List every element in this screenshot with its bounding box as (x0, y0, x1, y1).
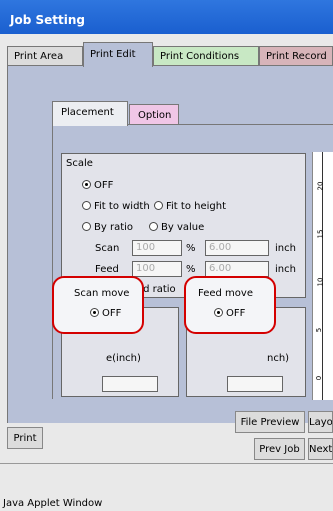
tab-print-edit-label: Print Edit (90, 49, 136, 60)
feed-ratio-field[interactable]: 100 (132, 261, 182, 277)
scale-off-option[interactable]: OFF (82, 180, 113, 191)
radio-off-icon (82, 222, 91, 231)
ruler-tick-label: 20 (316, 181, 325, 191)
radio-on-icon (90, 308, 99, 317)
tab-option[interactable]: Option (129, 104, 179, 126)
scan-ratio-field[interactable]: 100 (132, 240, 182, 256)
prev-job-button[interactable]: Prev Job (254, 438, 305, 460)
fit-to-height-option[interactable]: Fit to height (154, 201, 226, 212)
tab-print-area[interactable]: Print Area (7, 46, 83, 66)
window-title-bar: Job Setting (0, 0, 333, 34)
ruler-tick-label: 0 (315, 375, 324, 381)
next-button[interactable]: Next (308, 438, 333, 460)
scale-title: Scale (66, 158, 93, 169)
feed-percent-label: % (186, 264, 196, 275)
tab-print-record-label: Print Record (266, 51, 327, 62)
scan-percent-label: % (186, 243, 196, 254)
radio-off-icon (82, 201, 91, 210)
tab-option-label: Option (138, 110, 172, 121)
tab-print-record[interactable]: Print Record (259, 46, 333, 66)
ruler-tick-label: 5 (315, 327, 324, 333)
tab-print-edit[interactable]: Print Edit (83, 42, 153, 67)
print-button[interactable]: Print (7, 427, 43, 449)
tab-placement[interactable]: Placement (52, 101, 128, 126)
fit-to-width-label: Fit to width (94, 201, 150, 212)
by-ratio-option[interactable]: By ratio (82, 222, 133, 233)
tab-print-conditions[interactable]: Print Conditions (153, 46, 259, 66)
ruler-tick-label: 15 (316, 229, 325, 239)
radio-on-icon (82, 180, 91, 189)
scan-move-distance-field[interactable] (102, 376, 158, 392)
scan-unit-label: inch (275, 243, 296, 254)
inner-tab-strip: Placement Option (52, 101, 333, 126)
scale-off-label: OFF (94, 180, 114, 191)
footer-divider (0, 463, 333, 464)
fit-to-width-option[interactable]: Fit to width (82, 201, 150, 212)
radio-on-icon (214, 308, 223, 317)
scan-move-highlight: Scan move OFF (52, 276, 144, 334)
applet-window-label: Java Applet Window (3, 498, 103, 509)
feed-move-highlight: Feed move OFF (184, 276, 276, 334)
radio-off-icon (149, 222, 158, 231)
scan-move-off-label: OFF (102, 308, 122, 319)
tab-print-conditions-label: Print Conditions (160, 51, 240, 62)
ruler-tick-label: 10 (316, 277, 325, 287)
fit-to-height-label: Fit to height (166, 201, 226, 212)
layout-button[interactable]: Layo (308, 411, 333, 433)
feed-move-title: Feed move (198, 288, 253, 299)
feed-move-off-label: OFF (226, 308, 246, 319)
scan-value-field[interactable]: 6.00 (205, 240, 269, 256)
ruler-preview: 20 15 10 5 0 (312, 152, 333, 400)
scan-move-title: Scan move (74, 288, 130, 299)
by-value-option[interactable]: By value (149, 222, 204, 233)
feed-value-field[interactable]: 6.00 (205, 261, 269, 277)
feed-unit-label: inch (275, 264, 296, 275)
by-value-label: By value (161, 222, 205, 233)
feed-move-distance-label: nch) (267, 353, 290, 364)
window-title: Job Setting (10, 13, 85, 27)
file-preview-button[interactable]: File Preview (235, 411, 305, 433)
scan-move-distance-label: e(inch) (106, 353, 141, 364)
main-tab-strip: Print Area Print Edit Print Conditions P… (7, 42, 333, 67)
tab-print-area-label: Print Area (14, 51, 64, 62)
feed-move-distance-field[interactable] (227, 376, 283, 392)
scan-move-off-option[interactable]: OFF (90, 308, 121, 319)
by-ratio-label: By ratio (94, 222, 134, 233)
feed-move-off-option[interactable]: OFF (214, 308, 245, 319)
tab-placement-label: Placement (61, 107, 114, 118)
scan-label: Scan (95, 243, 120, 254)
feed-label: Feed (95, 264, 119, 275)
radio-off-icon (154, 201, 163, 210)
